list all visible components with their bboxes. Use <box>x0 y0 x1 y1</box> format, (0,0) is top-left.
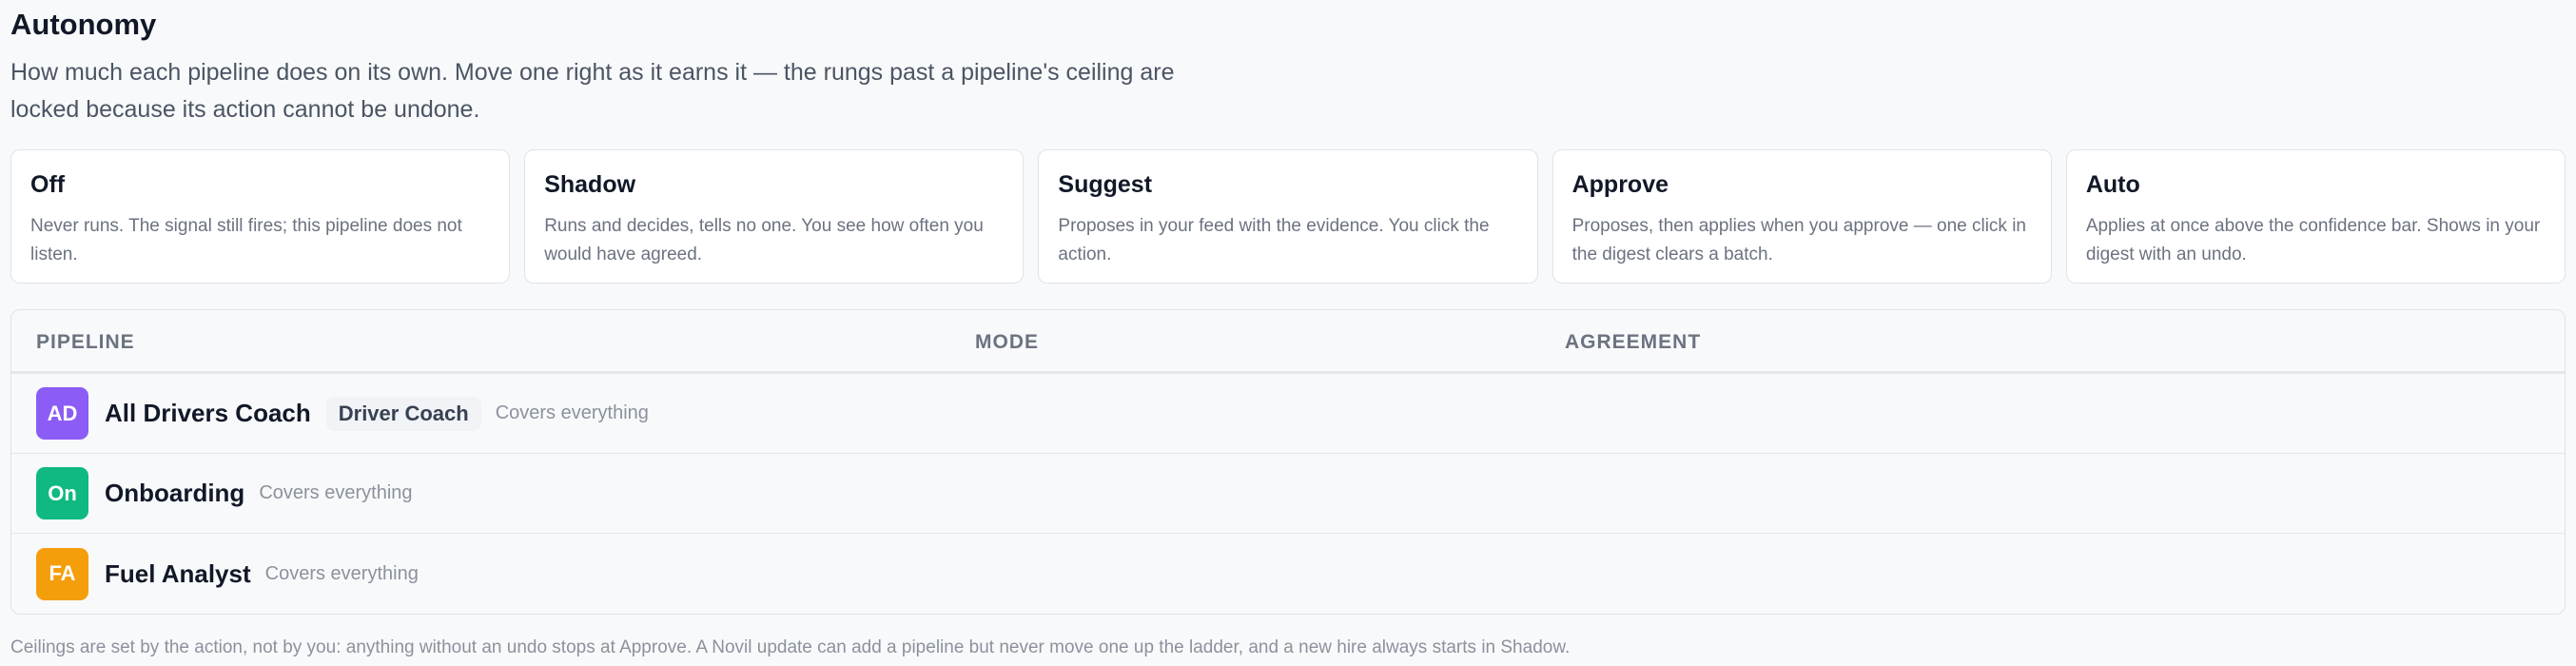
mode-description: Never runs. The signal still fires; this… <box>30 216 462 264</box>
table-row[interactable]: On Onboarding Covers everything <box>11 454 2565 534</box>
pipeline-tag: Driver Coach <box>325 396 481 431</box>
footnote: Ceilings are set by the action, not by y… <box>10 637 1571 657</box>
column-header-agreement: AGREEMENT <box>1565 331 1702 353</box>
table-row[interactable]: AD All Drivers Coach Driver Coach Covers… <box>11 374 2565 454</box>
pipeline-coverage: Covers everything <box>264 562 419 584</box>
mode-description: Runs and decides, tells no one. You see … <box>544 216 984 264</box>
page-subtitle: How much each pipeline does on its own. … <box>10 59 1175 123</box>
mode-description: Applies at once above the confidence bar… <box>2085 216 2541 264</box>
pipeline-avatar: AD <box>36 387 88 440</box>
mode-description: Proposes in your feed with the evidence.… <box>1058 216 1490 264</box>
pipeline-name: Fuel Analyst <box>105 558 251 588</box>
page-title: Autonomy <box>10 8 157 41</box>
mode-title: Auto <box>2085 171 2140 198</box>
mode-title: Shadow <box>544 171 636 198</box>
table-header: PIPELINE MODE AGREEMENT <box>11 310 2565 374</box>
mode-card-approve: Approve Proposes, then applies when you … <box>1551 149 2052 284</box>
column-header-mode: MODE <box>975 331 1039 353</box>
table-row[interactable]: FA Fuel Analyst Covers everything <box>11 534 2565 614</box>
pipeline-name: All Drivers Coach <box>105 399 311 427</box>
pipeline-avatar: FA <box>36 547 88 600</box>
column-header-pipeline: PIPELINE <box>36 331 135 353</box>
pipeline-avatar: On <box>36 467 88 519</box>
mode-card-shadow: Shadow Runs and decides, tells no one. Y… <box>524 149 1025 284</box>
mode-title: Off <box>30 171 66 198</box>
pipeline-name: Onboarding <box>105 479 245 507</box>
mode-card-auto: Auto Applies at once above the confidenc… <box>2065 149 2566 284</box>
mode-description: Proposes, then applies when you approve … <box>1571 216 2027 264</box>
mode-card-suggest: Suggest Proposes in your feed with the e… <box>1038 149 1538 284</box>
mode-title: Suggest <box>1058 171 1153 198</box>
mode-title: Approve <box>1571 171 1669 198</box>
mode-ladder: Off Never runs. The signal still fires; … <box>10 149 2566 284</box>
mode-card-off: Off Never runs. The signal still fires; … <box>10 149 511 284</box>
pipeline-coverage: Covers everything <box>259 482 413 503</box>
pipeline-table: PIPELINE MODE AGREEMENT AD All Drivers C… <box>10 309 2566 615</box>
pipeline-coverage: Covers everything <box>495 402 649 423</box>
